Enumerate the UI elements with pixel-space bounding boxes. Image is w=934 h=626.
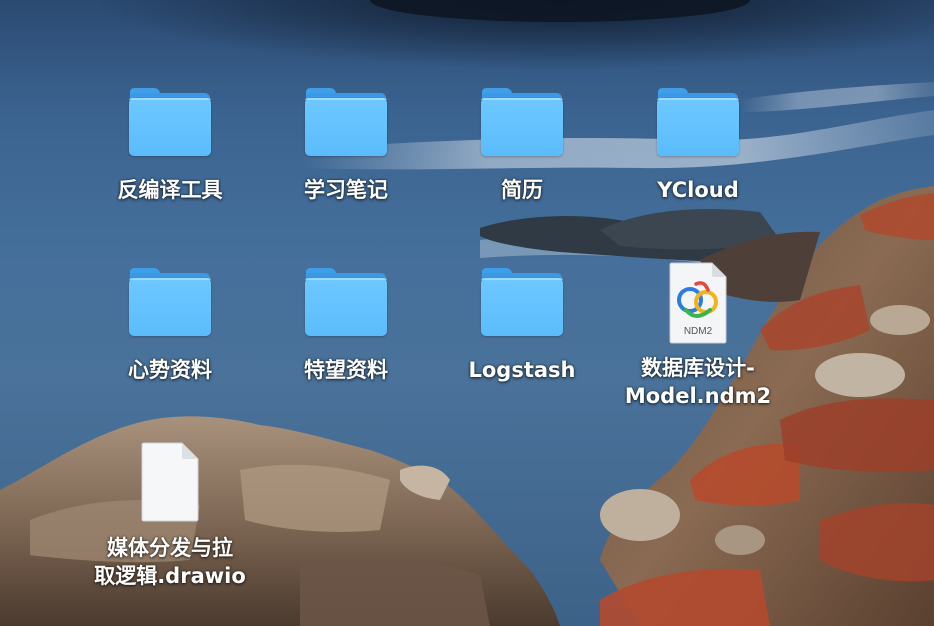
folder-label: 特望资料 [304,358,388,382]
file-label: 媒体分发与拉 取逻辑.drawio [94,534,246,590]
desktop-folder-ycloud[interactable]: YCloud [610,88,786,204]
folder-icon [129,88,211,158]
desktop-folder-logstash[interactable]: Logstash [434,268,610,384]
folder-label: Logstash [468,358,576,382]
navicat-data-modeler-file-icon: NDM2 [668,262,728,344]
folder-label: YCloud [657,178,739,202]
folder-icon [481,88,563,158]
folder-label: 学习笔记 [304,178,388,202]
ndm2-badge-text: NDM2 [684,326,713,337]
folder-icon [129,268,211,338]
desktop-folder-简历[interactable]: 简历 [434,88,610,204]
file-label-line2: Model.ndm2 [624,384,772,408]
folder-icon [481,268,563,338]
file-label-line1: 媒体分发与拉 [106,536,233,560]
folder-label: 反编译工具 [117,178,223,202]
file-label: 数据库设计- Model.ndm2 [625,354,771,410]
folder-label: 简历 [501,178,543,202]
desktop-folder-反编译工具[interactable]: 反编译工具 [82,88,258,204]
folder-icon [657,88,739,158]
desktop-folder-心势资料[interactable]: 心势资料 [82,268,258,384]
file-label-line1: 数据库设计- [641,356,755,380]
folder-icon [305,268,387,338]
desktop-folder-特望资料[interactable]: 特望资料 [258,268,434,384]
desktop-file-媒体分发与拉取逻辑-drawio[interactable]: 媒体分发与拉 取逻辑.drawio [82,442,258,590]
desktop-folder-学习笔记[interactable]: 学习笔记 [258,88,434,204]
desktop-file-数据库设计-model-ndm2[interactable]: NDM2 数据库设计- Model.ndm2 [610,262,786,410]
folder-icon [305,88,387,158]
file-label-line2: 取逻辑.drawio [94,564,246,588]
blank-document-icon [140,442,200,522]
folder-label: 心势资料 [128,358,212,382]
